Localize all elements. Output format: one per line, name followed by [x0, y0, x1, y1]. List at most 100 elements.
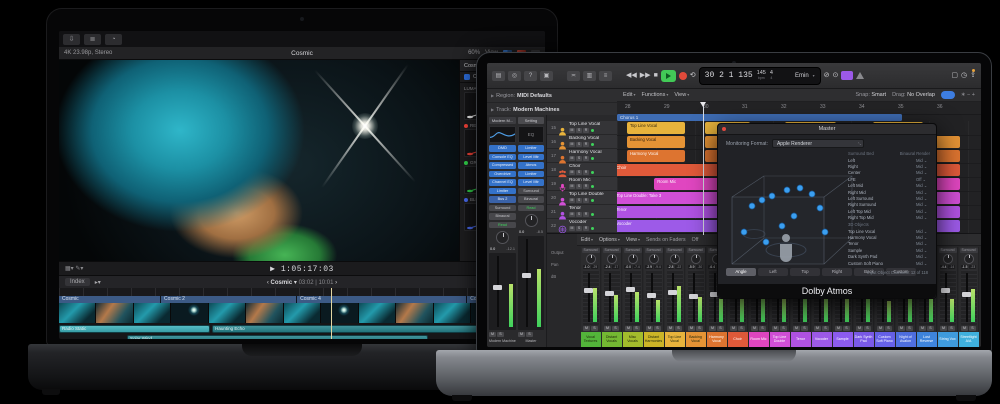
video-clip-label[interactable]: Cosmic 4 [297, 296, 467, 303]
mute-button[interactable]: M [898, 326, 905, 332]
midi-audio-region[interactable]: Harmony Vocal [627, 150, 686, 162]
view-button-angle[interactable]: Angle [726, 268, 756, 276]
solo-button[interactable]: S [654, 326, 661, 332]
channel-name-label[interactable]: Top Line Double [770, 332, 790, 347]
audio-clip[interactable]: Solar Wind [127, 335, 428, 339]
solo-icon[interactable]: ⊘ [824, 71, 830, 81]
automation-mode[interactable]: Read [518, 205, 544, 212]
plugin-slot[interactable]: Limiter [489, 188, 516, 195]
eq-slot[interactable]: EQ [518, 126, 544, 143]
solo-button[interactable]: S [576, 142, 582, 147]
arrange-menu-functions[interactable]: Functions [642, 92, 669, 98]
record-enable-button[interactable]: R [583, 184, 589, 189]
mute-button[interactable]: M [940, 326, 947, 332]
binaural-render-value[interactable]: Mid ⌄ [916, 209, 930, 214]
channel-name-label[interactable]: Tenor [791, 332, 811, 347]
channel-name-label[interactable]: Top Line Vocal [665, 332, 685, 347]
editors-icon[interactable]: ▥ [583, 71, 596, 81]
view-button-left[interactable]: Left [758, 268, 788, 276]
mute-button[interactable]: M [518, 332, 525, 338]
record-button[interactable] [679, 72, 687, 80]
output-button[interactable]: Surround [518, 188, 544, 195]
binaural-render-value[interactable]: Mid ⌄ [916, 215, 930, 220]
strip-output[interactable]: Surround [687, 248, 705, 253]
sends-mode-value[interactable]: Off [692, 237, 699, 243]
strip-output[interactable]: Surround [645, 248, 663, 253]
pan-knob[interactable] [964, 254, 974, 264]
strip-output[interactable]: Surround [939, 248, 957, 253]
channel-name-label[interactable]: Misc Vocals [623, 332, 643, 347]
input-monitor-dot[interactable] [591, 129, 594, 132]
channel-name-label[interactable]: Distant Vocals [602, 332, 622, 347]
automation-mode[interactable]: Read [489, 222, 516, 229]
notifications-icon[interactable]: ◷ [961, 71, 967, 81]
binaural-render-value[interactable]: Mid ⌄ [916, 254, 930, 259]
video-thumbnail[interactable] [134, 303, 170, 323]
timeline-project-menu[interactable]: Cosmic [271, 280, 293, 286]
binaural-button[interactable]: Binaural [518, 196, 544, 203]
solo-button[interactable]: S [576, 170, 582, 175]
plugin-slot[interactable]: Compressed [489, 162, 516, 169]
mixer-strip-top-line-vocal[interactable]: Surround-2.8-22MSTop Line Vocal [665, 247, 685, 347]
channel-name-label[interactable]: Room Mic [749, 332, 769, 347]
solo-button[interactable]: S [612, 326, 619, 332]
record-enable-button[interactable]: R [583, 128, 589, 133]
mute-button[interactable]: M [835, 326, 842, 332]
channel-name-label[interactable]: Lost Reverse [917, 332, 937, 347]
next-project-icon[interactable]: › [335, 280, 337, 286]
strip-output[interactable]: Surround [666, 248, 684, 253]
channel-fader[interactable] [940, 270, 956, 325]
video-clip-label[interactable]: Cosmic 2 [161, 296, 297, 303]
mute-button[interactable]: M [569, 142, 575, 147]
plugin-slot[interactable]: DMD [489, 145, 516, 152]
stop-icon[interactable]: ■ [654, 71, 658, 81]
channel-fader[interactable] [583, 270, 599, 325]
video-thumbnail[interactable] [359, 303, 395, 323]
binaural-render-value[interactable]: Mid ⌄ [916, 241, 930, 246]
mixer-menu-options[interactable]: Options [599, 237, 620, 243]
solo-button[interactable]: S [497, 332, 504, 338]
close-icon[interactable] [722, 127, 726, 131]
mute-button[interactable]: M [961, 326, 968, 332]
pan-knob[interactable] [649, 254, 659, 264]
catch-playhead-toggle[interactable] [941, 91, 955, 99]
import-icon[interactable]: ⇩ [63, 34, 80, 45]
input-monitor-dot[interactable] [591, 199, 594, 202]
view-button-right[interactable]: Right [822, 268, 852, 276]
browser-icon[interactable]: ≣ [84, 34, 101, 45]
midi-audio-region[interactable]: Top Line Vocal [627, 122, 686, 134]
solo-button[interactable]: S [576, 128, 582, 133]
solo-button[interactable]: S [885, 326, 892, 332]
lcd-key-chevron-icon[interactable]: ▾ [813, 73, 815, 78]
mute-button[interactable]: M [730, 326, 737, 332]
pan-knob[interactable] [586, 254, 596, 264]
plugin-slot[interactable]: Overdrive [489, 171, 516, 178]
strip-output[interactable]: Surround [582, 248, 600, 253]
record-enable-button[interactable]: R [583, 142, 589, 147]
mute-button[interactable]: M [569, 226, 575, 231]
record-enable-button[interactable]: R [583, 226, 589, 231]
solo-button[interactable]: S [576, 226, 582, 231]
plugin-slot[interactable]: Level Mtr [518, 154, 544, 161]
mute-button[interactable]: M [919, 326, 926, 332]
share-icon[interactable]: ⇪ [970, 71, 976, 81]
mute-button[interactable]: M [489, 332, 496, 338]
channel-fader[interactable] [961, 270, 977, 325]
volume-fader[interactable] [489, 253, 516, 330]
mute-button[interactable]: M [688, 326, 695, 332]
record-enable-button[interactable]: R [583, 198, 589, 203]
tasks-icon[interactable]: ◔ [105, 34, 122, 45]
binaural-render-value[interactable]: Mid ⌄ [916, 196, 930, 201]
record-enable-button[interactable]: R [583, 156, 589, 161]
binaural-render-value[interactable]: Mid ⌄ [916, 202, 930, 207]
db-readout[interactable]: -4.4-14 [940, 265, 955, 269]
view-button-top[interactable]: Top [790, 268, 820, 276]
track-header-harmony-vocal[interactable]: 17Harmony VocalMSR [547, 149, 617, 163]
timeline-ruler[interactable] [59, 288, 545, 296]
channel-name-label[interactable]: Sample [833, 332, 853, 347]
output-button[interactable]: Surround [489, 205, 516, 212]
track-header-top-line-vocal[interactable]: 15Top Line VocalMSR [547, 121, 617, 135]
mute-button[interactable]: M [856, 326, 863, 332]
volume-db[interactable]: -0.0 [624, 265, 632, 269]
binaural-button[interactable]: Binaural [489, 213, 516, 220]
